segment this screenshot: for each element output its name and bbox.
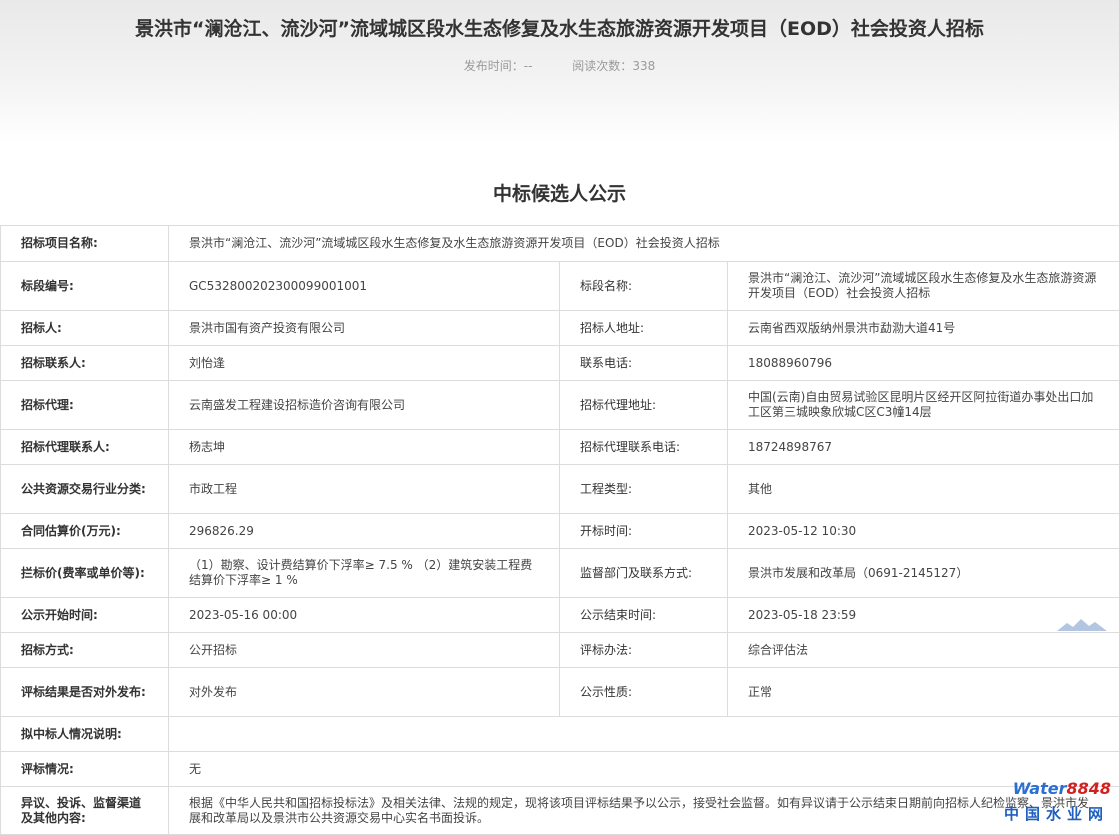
row-label: 评标情况: xyxy=(1,752,169,787)
table-row: 拦标价(费率或单价等): （1）勘察、设计费结算价下浮率≥ 7.5 % （2）建… xyxy=(1,549,1119,598)
row-label: 公示结束时间: xyxy=(560,598,728,633)
row-value: 中国(云南)自由贸易试验区昆明片区经开区阿拉街道办事处出口加工区第三城映象欣城C… xyxy=(728,381,1119,430)
table-row: 合同估算价(万元): 296826.29 开标时间: 2023-05-12 10… xyxy=(1,514,1119,549)
table-row: 招标方式: 公开招标 评标办法: 综合评估法 xyxy=(1,633,1119,668)
table-row: 评标结果是否对外发布: 对外发布 公示性质: 正常 xyxy=(1,668,1119,717)
row-value: 市政工程 xyxy=(169,465,560,514)
row-label: 标段名称: xyxy=(560,262,728,311)
watermark-mountain-icon xyxy=(1057,617,1107,633)
table-row: 招标代理联系人: 杨志坤 招标代理联系电话: 18724898767 xyxy=(1,430,1119,465)
row-label: 招标代理联系人: xyxy=(1,430,169,465)
row-value: 18088960796 xyxy=(728,346,1119,381)
row-label: 招标代理地址: xyxy=(560,381,728,430)
row-value: 云南盛发工程建设招标造价咨询有限公司 xyxy=(169,381,560,430)
row-label: 拟中标人情况说明: xyxy=(1,717,169,752)
row-value: 景洪市国有资产投资有限公司 xyxy=(169,311,560,346)
row-value: 2023-05-16 00:00 xyxy=(169,598,560,633)
row-value: 2023-05-12 10:30 xyxy=(728,514,1119,549)
row-label: 评标办法: xyxy=(560,633,728,668)
row-value: 综合评估法 xyxy=(728,633,1119,668)
row-value: 根据《中华人民共和国招标投标法》及相关法律、法规的规定，现将该项目评标结果予以公… xyxy=(169,787,1119,835)
row-value: 刘怡逢 xyxy=(169,346,560,381)
row-label: 公示性质: xyxy=(560,668,728,717)
row-label: 招标代理联系电话: xyxy=(560,430,728,465)
row-label: 招标代理: xyxy=(1,381,169,430)
row-label: 拦标价(费率或单价等): xyxy=(1,549,169,598)
row-value: 景洪市“澜沧江、流沙河”流域城区段水生态修复及水生态旅游资源开发项目（EOD）社… xyxy=(728,262,1119,311)
table-row: 招标项目名称: 景洪市“澜沧江、流沙河”流域城区段水生态修复及水生态旅游资源开发… xyxy=(1,226,1119,262)
table-row: 拟中标人情况说明: xyxy=(1,717,1119,752)
row-label: 公示开始时间: xyxy=(1,598,169,633)
row-value: 296826.29 xyxy=(169,514,560,549)
read-count: 阅读次数：338 xyxy=(572,59,655,73)
page-title: 景洪市“澜沧江、流沙河”流域城区段水生态修复及水生态旅游资源开发项目（EOD）社… xyxy=(0,14,1119,41)
table-row: 招标人: 景洪市国有资产投资有限公司 招标人地址: 云南省西双版纳州景洪市勐泐大… xyxy=(1,311,1119,346)
table-row: 招标代理: 云南盛发工程建设招标造价咨询有限公司 招标代理地址: 中国(云南)自… xyxy=(1,381,1119,430)
bid-info-table: 招标项目名称: 景洪市“澜沧江、流沙河”流域城区段水生态修复及水生态旅游资源开发… xyxy=(0,225,1119,835)
row-value xyxy=(169,717,1119,752)
row-label: 招标人地址: xyxy=(560,311,728,346)
row-label: 合同估算价(万元): xyxy=(1,514,169,549)
row-label: 联系电话: xyxy=(560,346,728,381)
row-label: 开标时间: xyxy=(560,514,728,549)
table-row: 标段编号: GC532800202300099001001 标段名称: 景洪市“… xyxy=(1,262,1119,311)
row-label: 招标人: xyxy=(1,311,169,346)
row-value: GC532800202300099001001 xyxy=(169,262,560,311)
row-value: 公开招标 xyxy=(169,633,560,668)
publish-time-value: -- xyxy=(524,59,533,73)
table-row: 公共资源交易行业分类: 市政工程 工程类型: 其他 xyxy=(1,465,1119,514)
row-label: 工程类型: xyxy=(560,465,728,514)
row-label: 招标方式: xyxy=(1,633,169,668)
row-label: 异议、投诉、监督渠道及其他内容: xyxy=(1,787,169,835)
row-value: 景洪市“澜沧江、流沙河”流域城区段水生态修复及水生态旅游资源开发项目（EOD）社… xyxy=(169,226,1119,262)
row-label: 监督部门及联系方式: xyxy=(560,549,728,598)
table-row: 招标联系人: 刘怡逢 联系电话: 18088960796 xyxy=(1,346,1119,381)
row-label: 评标结果是否对外发布: xyxy=(1,668,169,717)
row-label: 公共资源交易行业分类: xyxy=(1,465,169,514)
row-value: 对外发布 xyxy=(169,668,560,717)
read-count-value: 338 xyxy=(632,59,655,73)
section-title: 中标候选人公示 xyxy=(0,179,1119,206)
row-value: 云南省西双版纳州景洪市勐泐大道41号 xyxy=(728,311,1119,346)
row-label: 标段编号: xyxy=(1,262,169,311)
table-row: 评标情况: 无 xyxy=(1,752,1119,787)
article-meta: 发布时间：-- 阅读次数：338 xyxy=(0,57,1119,74)
publish-time-label: 发布时间： xyxy=(464,59,524,73)
row-label: 招标项目名称: xyxy=(1,226,169,262)
row-label: 招标联系人: xyxy=(1,346,169,381)
row-value: 景洪市发展和改革局（0691-2145127） xyxy=(728,549,1119,598)
row-value: 杨志坤 xyxy=(169,430,560,465)
table-row: 公示开始时间: 2023-05-16 00:00 公示结束时间: 2023-05… xyxy=(1,598,1119,633)
row-value: 18724898767 xyxy=(728,430,1119,465)
row-value: （1）勘察、设计费结算价下浮率≥ 7.5 % （2）建筑安装工程费结算价下浮率≥… xyxy=(169,549,560,598)
row-value: 无 xyxy=(169,752,1119,787)
publish-time: 发布时间：-- xyxy=(464,59,533,73)
row-value: 正常 xyxy=(728,668,1119,717)
row-value: 其他 xyxy=(728,465,1119,514)
read-count-label: 阅读次数： xyxy=(572,59,632,73)
table-row: 异议、投诉、监督渠道及其他内容: 根据《中华人民共和国招标投标法》及相关法律、法… xyxy=(1,787,1119,835)
